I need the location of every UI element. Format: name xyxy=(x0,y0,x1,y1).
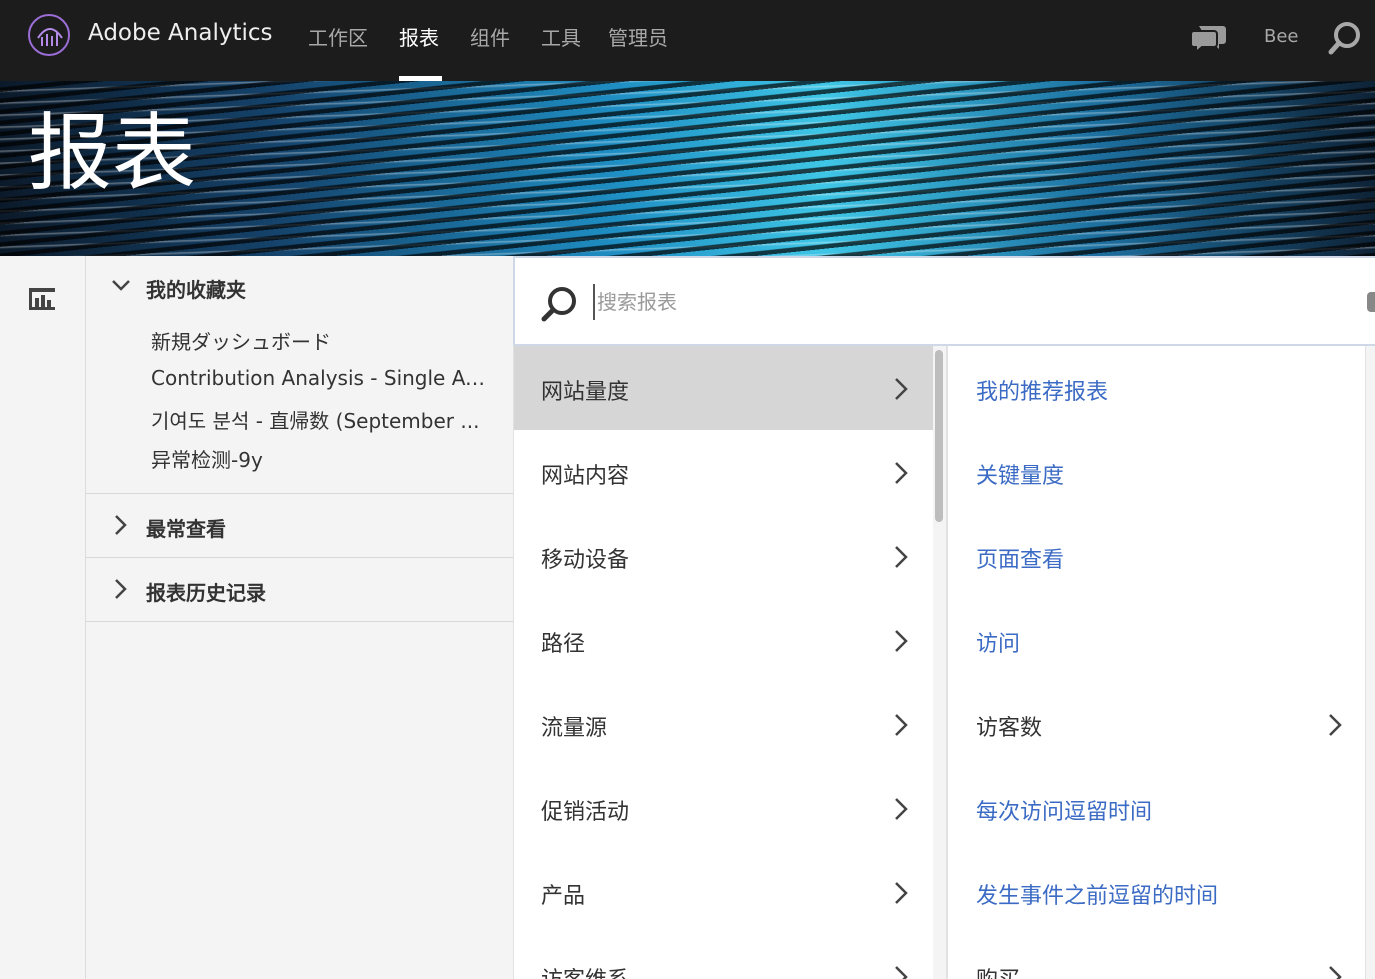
section-divider xyxy=(86,621,513,622)
chevron-right-icon xyxy=(892,544,910,574)
section-divider xyxy=(86,557,513,558)
category-item-visitor-retention[interactable]: 访客维系 xyxy=(514,934,933,979)
report-item[interactable]: 我的推荐报表 xyxy=(948,346,1365,430)
global-search-icon[interactable] xyxy=(1327,20,1363,60)
chevron-right-icon xyxy=(892,712,910,742)
category-label: 网站内容 xyxy=(541,464,630,489)
chevron-right-icon xyxy=(892,880,910,910)
category-item-site-content[interactable]: 网站内容 xyxy=(514,430,933,514)
most-viewed-title: 最常查看 xyxy=(146,517,226,541)
chevron-down-icon xyxy=(110,274,132,301)
category-label: 流量源 xyxy=(541,716,608,741)
favorites-title: 我的收藏夹 xyxy=(146,278,246,302)
report-item[interactable]: 访问 xyxy=(948,598,1365,682)
category-label: 促销活动 xyxy=(541,800,630,825)
page-banner: 报表 xyxy=(0,81,1375,256)
category-label: 访客维系 xyxy=(541,962,629,979)
category-label: 移动设备 xyxy=(541,548,630,573)
favorite-item[interactable]: 기여도 분석 - 直帰数 (September ... xyxy=(151,405,491,434)
chevron-right-icon xyxy=(892,460,910,490)
report-category-list: 网站量度 网站内容 移动设备 路径 流量源 促销活动 产品 访客维系 xyxy=(513,346,933,979)
category-item-paths[interactable]: 路径 xyxy=(514,598,933,682)
category-list-scrollbar[interactable] xyxy=(935,350,943,522)
category-item-site-metrics[interactable]: 网站量度 xyxy=(514,346,933,430)
app-brand[interactable]: Adobe Analytics xyxy=(88,20,273,46)
category-item-mobile[interactable]: 移动设备 xyxy=(514,514,933,598)
report-item[interactable]: 关键量度 xyxy=(948,430,1365,514)
favorite-item[interactable]: Contribution Analysis - Single Ac... xyxy=(151,366,491,390)
nav-components[interactable]: 组件 xyxy=(470,22,510,51)
chevron-right-icon xyxy=(1326,964,1344,979)
report-search-box xyxy=(513,256,1375,346)
nav-workspace[interactable]: 工作区 xyxy=(308,22,368,51)
user-name[interactable]: Bee xyxy=(1264,26,1299,47)
nav-tools[interactable]: 工具 xyxy=(541,22,581,51)
chevron-right-icon xyxy=(892,376,910,406)
chevron-right-icon xyxy=(110,513,132,542)
category-label: 网站量度 xyxy=(541,380,630,405)
nav-reports[interactable]: 报表 xyxy=(399,22,439,51)
report-link[interactable]: 关键量度 xyxy=(976,458,1064,490)
left-rail xyxy=(0,256,86,979)
category-item-campaigns[interactable]: 促销活动 xyxy=(514,766,933,850)
report-list: 我的推荐报表 关键量度 页面查看 访问 访客数 每次访问逗留时间 发生事件之前逗… xyxy=(946,346,1366,979)
chevron-right-icon xyxy=(892,628,910,658)
report-link[interactable]: 发生事件之前逗留的时间 xyxy=(976,878,1218,910)
reports-panel-icon[interactable] xyxy=(28,286,56,316)
category-label: 路径 xyxy=(541,632,586,657)
report-group-label: 购买 xyxy=(976,962,1020,979)
report-link[interactable]: 访问 xyxy=(976,626,1020,658)
favorite-item[interactable]: 异常检测-9y xyxy=(151,444,491,473)
report-group-item[interactable]: 购买 xyxy=(948,934,1365,979)
chevron-right-icon xyxy=(110,577,132,606)
favorite-item[interactable]: 新規ダッシュボード xyxy=(151,326,491,355)
top-navigation-bar: Adobe Analytics 工作区 报表 组件 工具 管理员 Bee xyxy=(0,0,1375,81)
chevron-right-icon xyxy=(1326,712,1344,742)
category-item-products[interactable]: 产品 xyxy=(514,850,933,934)
report-sidebar: 我的收藏夹 新規ダッシュボード Contribution Analysis - … xyxy=(86,256,513,979)
category-item-traffic-sources[interactable]: 流量源 xyxy=(514,682,933,766)
category-label: 产品 xyxy=(541,884,586,909)
feedback-chat-icon[interactable] xyxy=(1190,22,1227,58)
search-icon xyxy=(539,284,579,328)
adobe-analytics-logo-icon[interactable] xyxy=(28,14,70,56)
search-input[interactable] xyxy=(593,284,1293,320)
report-item[interactable]: 发生事件之前逗留的时间 xyxy=(948,850,1365,934)
report-group-item[interactable]: 访客数 xyxy=(948,682,1365,766)
report-link[interactable]: 我的推荐报表 xyxy=(976,374,1108,406)
report-item[interactable]: 页面查看 xyxy=(948,514,1365,598)
nav-admin[interactable]: 管理员 xyxy=(608,22,668,51)
report-link[interactable]: 页面查看 xyxy=(976,542,1064,574)
data-source-icon[interactable] xyxy=(1367,292,1375,312)
right-panel-edge xyxy=(1367,346,1375,979)
chevron-right-icon xyxy=(892,964,910,979)
section-divider xyxy=(86,493,513,494)
report-link[interactable]: 每次访问逗留时间 xyxy=(976,794,1152,826)
report-group-label: 访客数 xyxy=(976,716,1043,741)
report-item[interactable]: 每次访问逗留时间 xyxy=(948,766,1365,850)
page-title: 报表 xyxy=(28,104,197,202)
history-title: 报表历史记录 xyxy=(146,581,266,605)
chevron-right-icon xyxy=(892,796,910,826)
